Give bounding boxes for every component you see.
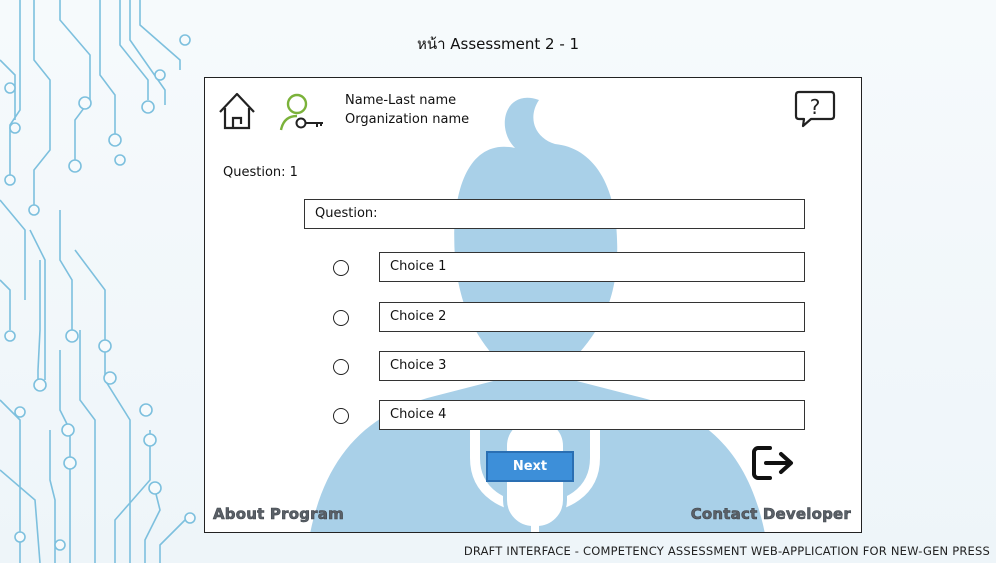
contact-developer-link[interactable]: Contact Developer bbox=[690, 505, 851, 524]
question-number: Question: 1 bbox=[223, 165, 298, 180]
choice-4-box[interactable]: Choice 4 bbox=[379, 400, 805, 430]
user-name: Name-Last name bbox=[345, 93, 457, 108]
choice-row-2: Choice 2 bbox=[331, 302, 806, 334]
about-program-link[interactable]: About Program bbox=[213, 505, 344, 524]
choice-1-box[interactable]: Choice 1 bbox=[379, 252, 805, 282]
choice-row-3: Choice 3 bbox=[331, 351, 806, 383]
user-key-icon bbox=[277, 92, 327, 132]
choice-4-radio[interactable] bbox=[333, 408, 349, 424]
circuit-decoration bbox=[0, 0, 196, 563]
assessment-frame: Name-Last name Organization name ? Quest… bbox=[204, 77, 862, 533]
choice-2-radio[interactable] bbox=[333, 310, 349, 326]
page-title: หน้า Assessment 2 - 1 bbox=[416, 35, 580, 53]
choice-2-box[interactable]: Choice 2 bbox=[379, 302, 805, 332]
choice-3-box[interactable]: Choice 3 bbox=[379, 351, 805, 381]
organization-name: Organization name bbox=[345, 112, 470, 127]
home-icon bbox=[219, 92, 255, 130]
choice-row-4: Choice 4 bbox=[331, 400, 806, 432]
home-button[interactable] bbox=[217, 90, 257, 132]
draft-footer-note: DRAFT INTERFACE - COMPETENCY ASSESSMENT … bbox=[463, 544, 990, 558]
next-button[interactable]: Next bbox=[486, 451, 574, 482]
exit-button[interactable] bbox=[750, 444, 798, 482]
svg-text:?: ? bbox=[810, 95, 821, 119]
exit-icon bbox=[752, 446, 793, 480]
question-text-box: Question: bbox=[304, 199, 805, 229]
help-button[interactable]: ? bbox=[793, 88, 837, 130]
help-chat-icon: ? bbox=[794, 90, 836, 128]
choice-3-radio[interactable] bbox=[333, 359, 349, 375]
choice-1-radio[interactable] bbox=[333, 260, 349, 276]
choice-row-1: Choice 1 bbox=[331, 252, 806, 284]
